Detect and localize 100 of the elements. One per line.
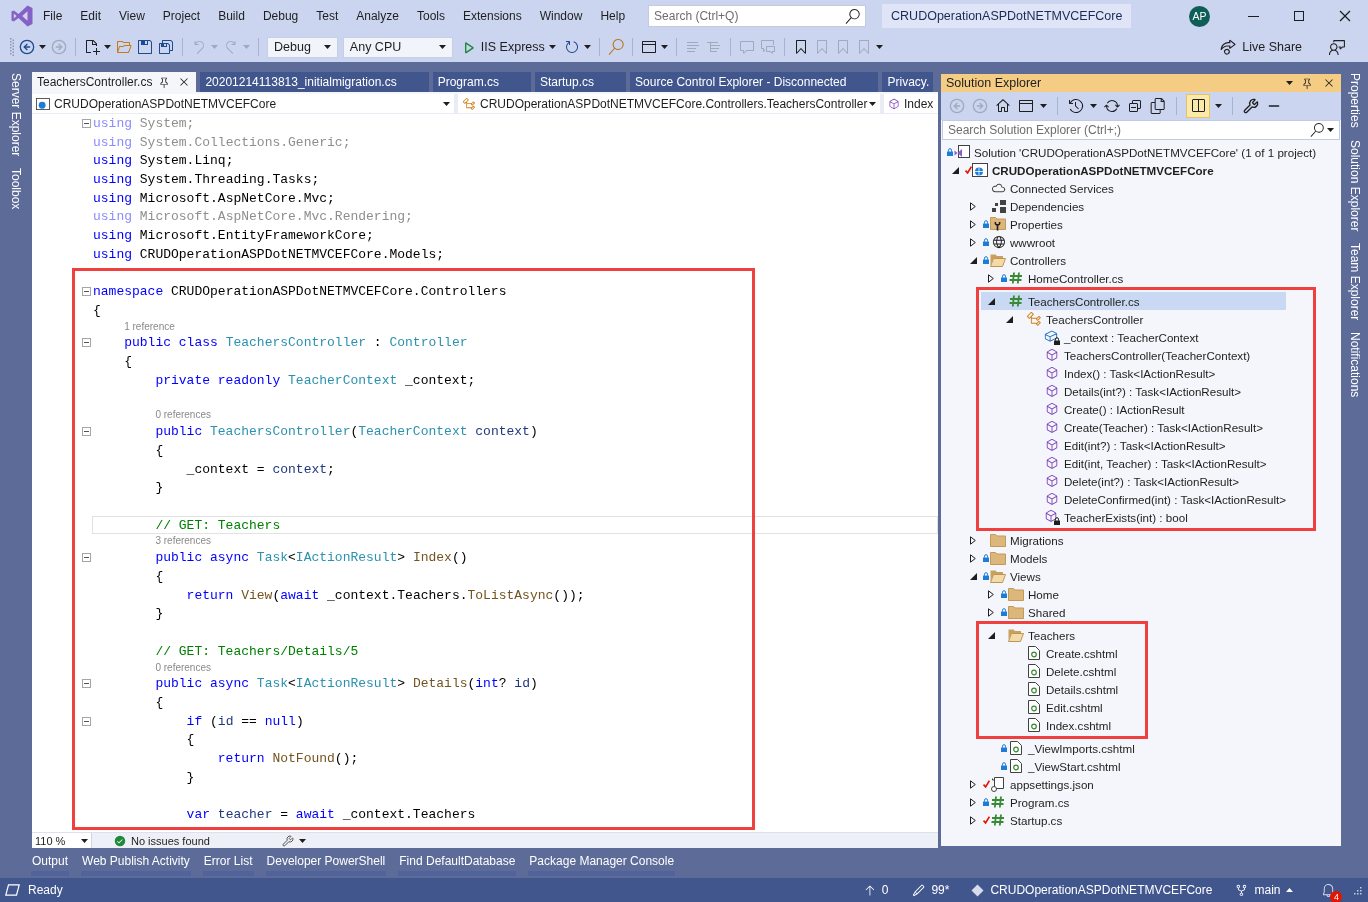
config-dropdown[interactable]: Debug — [267, 36, 338, 58]
tree-item[interactable]: CRUDOperationASPDotNETMVCEFCore — [941, 161, 1341, 179]
tree-item[interactable]: wwwroot — [941, 233, 1341, 251]
menu-item[interactable]: Window — [530, 6, 592, 26]
save-all-icon[interactable] — [158, 39, 174, 55]
tree-item[interactable]: Edit(int, Teacher) : Task<IActionResult> — [981, 454, 1287, 472]
caret-icon[interactable] — [583, 45, 591, 49]
dock-tab[interactable]: Server Explorer — [8, 72, 23, 158]
menu-item[interactable]: Build — [209, 6, 254, 26]
caret-icon[interactable] — [39, 45, 46, 49]
codelens-reference[interactable]: 0 references — [155, 661, 211, 674]
document-tab[interactable]: Privacy. — [882, 72, 934, 92]
caret-icon[interactable] — [660, 45, 668, 49]
dock-tab[interactable]: Solution Explorer — [1347, 138, 1362, 233]
repository-button[interactable]: CRUDOperationASPDotNETMVCEFCore — [971, 883, 1213, 897]
wrench-icon[interactable] — [281, 834, 294, 847]
new-file-icon[interactable] — [84, 39, 100, 55]
collapse-icon[interactable] — [82, 553, 91, 563]
tree-item[interactable]: _context : TeacherContext — [981, 328, 1287, 346]
tree-item[interactable]: Delete.cshtml — [981, 662, 1119, 680]
caret-icon[interactable] — [323, 45, 331, 49]
collapsed-arrow-icon[interactable] — [970, 779, 976, 789]
collapsed-arrow-icon[interactable] — [988, 273, 994, 283]
window-icon[interactable] — [640, 39, 657, 55]
expanded-arrow-icon[interactable] — [987, 297, 995, 305]
tree-item[interactable]: Shared — [941, 603, 1341, 621]
collapse-icon[interactable] — [82, 287, 91, 297]
close-icon[interactable] — [1337, 8, 1353, 24]
feedback-icon[interactable] — [1329, 38, 1346, 56]
menu-item[interactable]: Debug — [253, 6, 308, 26]
caret-icon[interactable] — [548, 45, 556, 49]
menu-item[interactable]: Test — [307, 6, 348, 26]
caret-icon[interactable] — [1215, 104, 1222, 108]
tree-item[interactable]: Startup.cs — [941, 811, 1341, 829]
collapse-icon[interactable] — [82, 679, 91, 689]
expanded-arrow-icon[interactable] — [969, 572, 977, 580]
tree-item[interactable]: TeachersController — [981, 310, 1287, 328]
collapsed-arrow-icon[interactable] — [970, 201, 976, 211]
tree-item[interactable]: Models — [941, 549, 1341, 567]
tree-item[interactable]: Create(Teacher) : Task<IActionResult> — [981, 418, 1287, 436]
collapsed-arrow-icon[interactable] — [970, 535, 976, 545]
document-tab[interactable]: Program.cs — [432, 72, 531, 92]
caret-icon[interactable] — [298, 838, 306, 843]
caret-icon[interactable] — [1040, 104, 1047, 108]
menu-item[interactable]: Analyze — [347, 6, 408, 26]
save-icon[interactable] — [137, 39, 153, 55]
collapsed-arrow-icon[interactable] — [970, 553, 976, 563]
expanded-arrow-icon[interactable] — [951, 166, 959, 174]
codelens-reference[interactable]: 1 reference — [124, 320, 175, 333]
split-view-icon[interactable] — [1187, 95, 1209, 117]
home-icon[interactable] — [995, 98, 1011, 114]
unpushed-commits-button[interactable]: 0 — [862, 883, 889, 897]
tree-item[interactable]: Program.cs — [941, 793, 1341, 811]
collapsed-arrow-icon[interactable] — [988, 607, 994, 617]
files-icon[interactable] — [1150, 98, 1166, 114]
tree-item[interactable]: Edit.cshtml — [981, 698, 1119, 716]
member-dropdown[interactable]: Index — [884, 94, 938, 113]
live-share-button[interactable]: Live Share — [1220, 39, 1302, 55]
overflow-icon[interactable] — [875, 45, 883, 49]
tree-item[interactable]: DeleteConfirmed(int) : Task<IActionResult> — [981, 490, 1287, 508]
collapse-icon[interactable] — [82, 118, 91, 128]
changes-button[interactable]: 99* — [912, 883, 950, 897]
window-icon[interactable] — [1018, 98, 1034, 114]
tree-item[interactable]: TeachersController.cs — [981, 292, 1287, 310]
menu-item[interactable]: Project — [153, 6, 210, 26]
dock-tab[interactable]: Properties — [1347, 72, 1362, 129]
tree-item[interactable]: Properties — [941, 215, 1341, 233]
tree-item[interactable]: TeachersController(TeacherContext) — [981, 346, 1287, 364]
tree-item[interactable]: Create.cshtml — [981, 644, 1119, 662]
tree-item[interactable]: Details(int?) : Task<IActionResult> — [981, 382, 1287, 400]
config-dropdown[interactable]: Any CPU — [342, 36, 453, 58]
collapse-all-icon[interactable] — [1127, 98, 1143, 114]
tree-item[interactable]: Views — [941, 567, 1341, 585]
tree-item[interactable]: _ViewImports.cshtml — [941, 739, 1341, 757]
tree-item[interactable]: Create() : IActionResult — [981, 400, 1287, 418]
refresh-icon[interactable] — [563, 39, 580, 55]
document-tab[interactable]: Source Control Explorer - Disconnected — [630, 72, 879, 92]
tree-item[interactable]: Details.cshtml — [981, 680, 1119, 698]
tree-item[interactable]: Edit(int?) : Task<IActionResult> — [981, 436, 1287, 454]
collapsed-arrow-icon[interactable] — [970, 815, 976, 825]
collapse-icon[interactable] — [82, 338, 91, 348]
tree-item[interactable]: HomeController.cs — [941, 269, 1341, 287]
menu-item[interactable]: View — [110, 6, 154, 26]
tree-item[interactable]: Delete(int?) : Task<IActionResult> — [981, 472, 1287, 490]
tree-item[interactable]: Home — [941, 585, 1341, 603]
collapse-icon[interactable] — [82, 716, 91, 726]
dock-tab[interactable]: Toolbox — [8, 167, 23, 211]
tree-item[interactable]: Index.cshtml — [981, 716, 1119, 734]
menu-item[interactable]: Tools — [407, 6, 454, 26]
branch-button[interactable]: main — [1234, 883, 1294, 897]
tree-item[interactable]: Index() : Task<IActionResult> — [981, 364, 1287, 382]
search-box[interactable]: Search (Ctrl+Q) — [648, 5, 867, 27]
tree-item[interactable]: Dependencies — [941, 197, 1341, 215]
search-box[interactable]: Search Solution Explorer (Ctrl+;) — [942, 120, 1340, 140]
tree-item[interactable]: TeacherExists(int) : bool — [981, 508, 1287, 526]
caret-icon[interactable] — [104, 45, 111, 49]
issues-button[interactable]: No issues found — [114, 834, 210, 847]
wrench-icon[interactable] — [1243, 98, 1259, 114]
tree-item[interactable]: _ViewStart.cshtml — [941, 757, 1341, 775]
tree-item[interactable]: Connected Services — [941, 179, 1341, 197]
